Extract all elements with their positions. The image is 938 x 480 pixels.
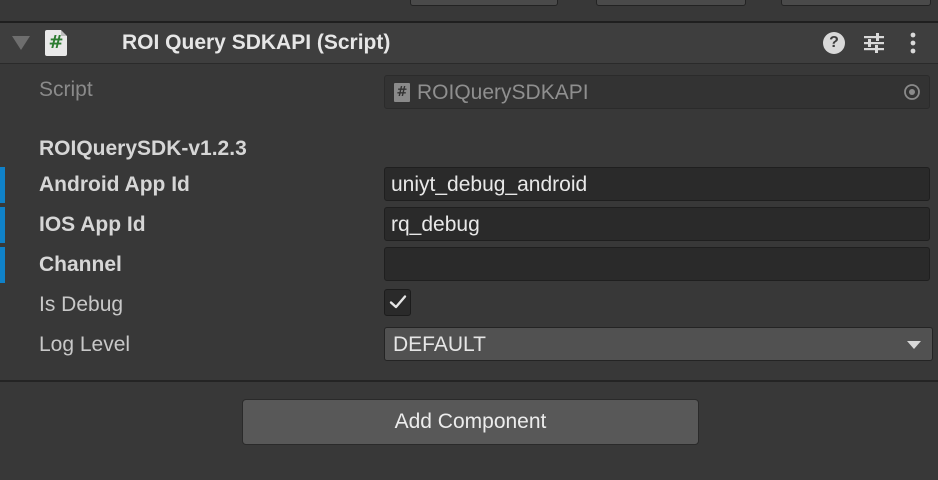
android-app-id-field[interactable]: uniyt_debug_android: [384, 167, 930, 201]
script-field-value: ROIQuerySDKAPI: [417, 81, 589, 104]
version-header: ROIQuerySDK-v1.2.3: [39, 137, 247, 160]
modified-indicator: [0, 247, 5, 283]
foldout-triangle-icon[interactable]: [12, 36, 30, 50]
top-partial-button[interactable]: [781, 0, 931, 6]
top-partial-button[interactable]: [596, 0, 746, 6]
component-header[interactable]: # ROI Query SDKAPI (Script) ?: [0, 23, 938, 64]
divider: [0, 380, 938, 382]
object-picker-icon: [904, 84, 920, 100]
top-partial-button[interactable]: [410, 0, 558, 6]
is-debug-label: Is Debug: [39, 293, 124, 316]
log-level-label: Log Level: [39, 333, 131, 356]
component-title: ROI Query SDKAPI (Script): [122, 31, 391, 54]
csharp-script-icon: #: [45, 30, 67, 56]
modified-indicator: [0, 207, 5, 243]
csharp-script-icon: #: [394, 83, 410, 102]
android-app-id-value: uniyt_debug_android: [391, 173, 588, 196]
top-toolbar-strip: [0, 0, 938, 22]
android-app-id-label: Android App Id: [39, 173, 190, 196]
script-object-field: # ROIQuerySDKAPI: [384, 75, 930, 109]
ios-app-id-field[interactable]: rq_debug: [384, 207, 930, 241]
more-vertical-icon[interactable]: [904, 31, 922, 55]
is-debug-checkbox[interactable]: [384, 289, 411, 316]
channel-label: Channel: [39, 253, 122, 276]
presets-sliders-icon[interactable]: [862, 32, 886, 54]
checkmark-icon: [389, 295, 407, 309]
channel-field[interactable]: [384, 247, 930, 281]
ios-app-id-value: rq_debug: [391, 213, 480, 236]
modified-indicator: [0, 167, 5, 203]
help-icon[interactable]: ?: [823, 32, 845, 54]
ios-app-id-label: IOS App Id: [39, 213, 146, 236]
script-label: Script: [39, 78, 93, 101]
chevron-down-icon: [907, 341, 921, 349]
log-level-dropdown[interactable]: DEFAULT: [384, 327, 933, 361]
log-level-value: DEFAULT: [393, 333, 486, 356]
add-component-button[interactable]: Add Component: [242, 399, 699, 445]
